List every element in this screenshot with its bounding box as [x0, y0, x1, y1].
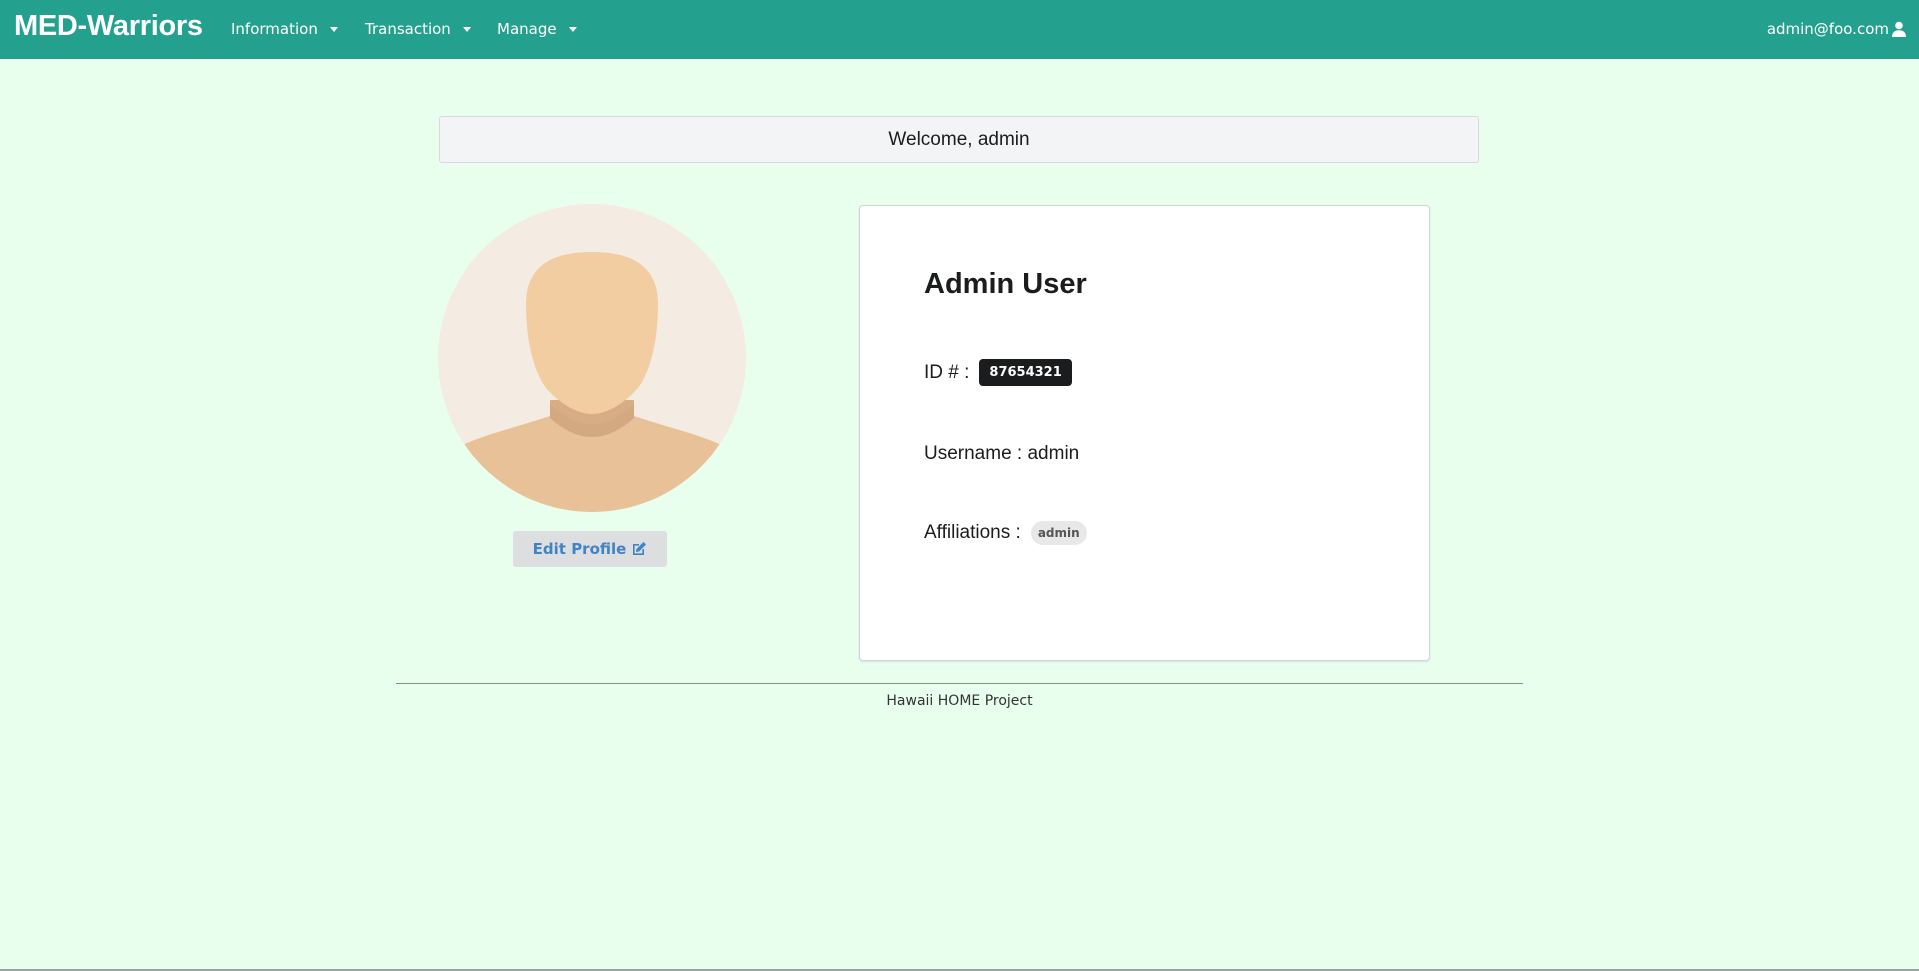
chevron-down-icon	[568, 26, 577, 32]
welcome-text: Welcome, admin	[888, 128, 1030, 150]
menu-information-label: Information	[231, 20, 318, 38]
affiliations-label: Affiliations :	[924, 522, 1021, 543]
user-silhouette-icon	[438, 204, 746, 512]
menu-information[interactable]: Information	[231, 20, 338, 38]
menu-transaction-label: Transaction	[365, 20, 451, 38]
profile-name: Admin User	[924, 268, 1087, 300]
profile-card: Admin User ID # : 87654321 Username : ad…	[859, 205, 1430, 661]
user-menu[interactable]: admin@foo.com	[1767, 20, 1907, 38]
affiliation-badge: admin	[1030, 521, 1087, 545]
chevron-down-icon	[462, 26, 471, 32]
user-email: admin@foo.com	[1766, 20, 1889, 38]
id-row: ID # : 87654321	[924, 359, 1072, 386]
affiliations-row: Affiliations : admin	[924, 521, 1087, 545]
edit-icon	[633, 542, 647, 555]
username-label: Username : admin	[924, 443, 1080, 464]
chevron-down-icon	[329, 26, 338, 32]
id-label: ID # :	[924, 361, 970, 383]
edit-profile-label: Edit Profile	[532, 540, 627, 558]
footer-text: Hawaii HOME Project	[886, 693, 1033, 709]
edit-profile-button[interactable]: Edit Profile	[513, 531, 667, 567]
menu-manage[interactable]: Manage	[497, 20, 577, 38]
menu-transaction[interactable]: Transaction	[365, 20, 471, 38]
username-row: Username : admin	[924, 443, 1079, 465]
user-icon	[1892, 21, 1906, 37]
welcome-banner: Welcome, admin	[439, 116, 1479, 163]
top-navbar: MED-Warriors Information Transaction Man…	[0, 0, 1919, 59]
menu-manage-label: Manage	[497, 20, 557, 38]
brand-logo[interactable]: MED-Warriors	[14, 10, 203, 43]
id-badge: 87654321	[979, 359, 1072, 386]
footer-divider	[396, 683, 1523, 684]
avatar	[438, 204, 746, 512]
